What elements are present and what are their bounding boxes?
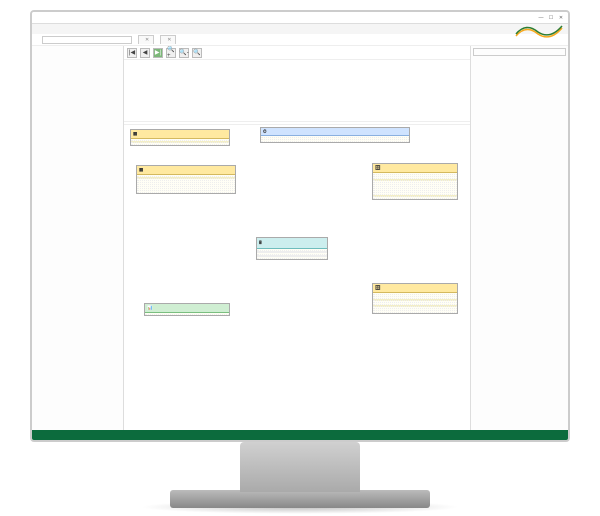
- step-first-button[interactable]: |◀: [127, 48, 137, 58]
- transfer-objects-panel: [470, 46, 568, 430]
- zoom-out-button[interactable]: 🔍-: [179, 48, 189, 58]
- node-taschenrechner[interactable]: 🖩: [256, 237, 328, 260]
- node-header: 🗄: [373, 284, 457, 293]
- node-header: ▦: [131, 130, 229, 139]
- search-input[interactable]: [473, 48, 566, 56]
- node-datenbank-update[interactable]: 🗄: [372, 283, 458, 314]
- node-header: ▦: [137, 166, 235, 175]
- category-trigger: [471, 61, 568, 64]
- close-tab-icon[interactable]: ✕: [167, 37, 171, 43]
- node-header: ⏱: [261, 128, 409, 136]
- node-opc-data-access-1[interactable]: ▦: [130, 129, 230, 146]
- timeline-toolbar: |◀ ◀ ▶| 🔍+ 🔍- 🔍: [124, 46, 470, 60]
- flow-canvas[interactable]: ▦ ▦: [124, 125, 470, 430]
- status-bar: [32, 430, 568, 440]
- play-button[interactable]: ▶|: [153, 48, 163, 58]
- menu-bar: [32, 24, 568, 34]
- node-datachange-trigger[interactable]: ⏱: [260, 127, 410, 143]
- minimize-button[interactable]: —: [537, 14, 545, 22]
- node-header: 🖩: [257, 238, 327, 249]
- zoom-reset-button[interactable]: 🔍: [192, 48, 202, 58]
- node-header: 📊: [145, 304, 229, 313]
- window-titlebar: — ☐ ✕: [32, 12, 568, 24]
- node-datenbank-select[interactable]: 🗄: [372, 163, 458, 200]
- close-button[interactable]: ✕: [557, 14, 565, 22]
- tab-1105[interactable]: ✕: [160, 35, 176, 44]
- node-header: 🗄: [373, 164, 457, 173]
- node-variablen[interactable]: 📊: [144, 303, 230, 316]
- secondary-toolbar: ✕ ✕: [32, 34, 568, 46]
- tab-transfer-machine-data[interactable]: ✕: [138, 35, 154, 44]
- app-logo: [514, 24, 564, 38]
- close-tab-icon[interactable]: ✕: [145, 37, 149, 43]
- status-select[interactable]: [42, 36, 132, 44]
- project-tree: [32, 46, 124, 430]
- timeline-chart[interactable]: [124, 60, 470, 122]
- maximize-button[interactable]: ☐: [547, 14, 555, 22]
- zoom-in-button[interactable]: 🔍+: [166, 48, 176, 58]
- step-back-button[interactable]: ◀: [140, 48, 150, 58]
- node-opc-data-access-2[interactable]: ▦: [136, 165, 236, 194]
